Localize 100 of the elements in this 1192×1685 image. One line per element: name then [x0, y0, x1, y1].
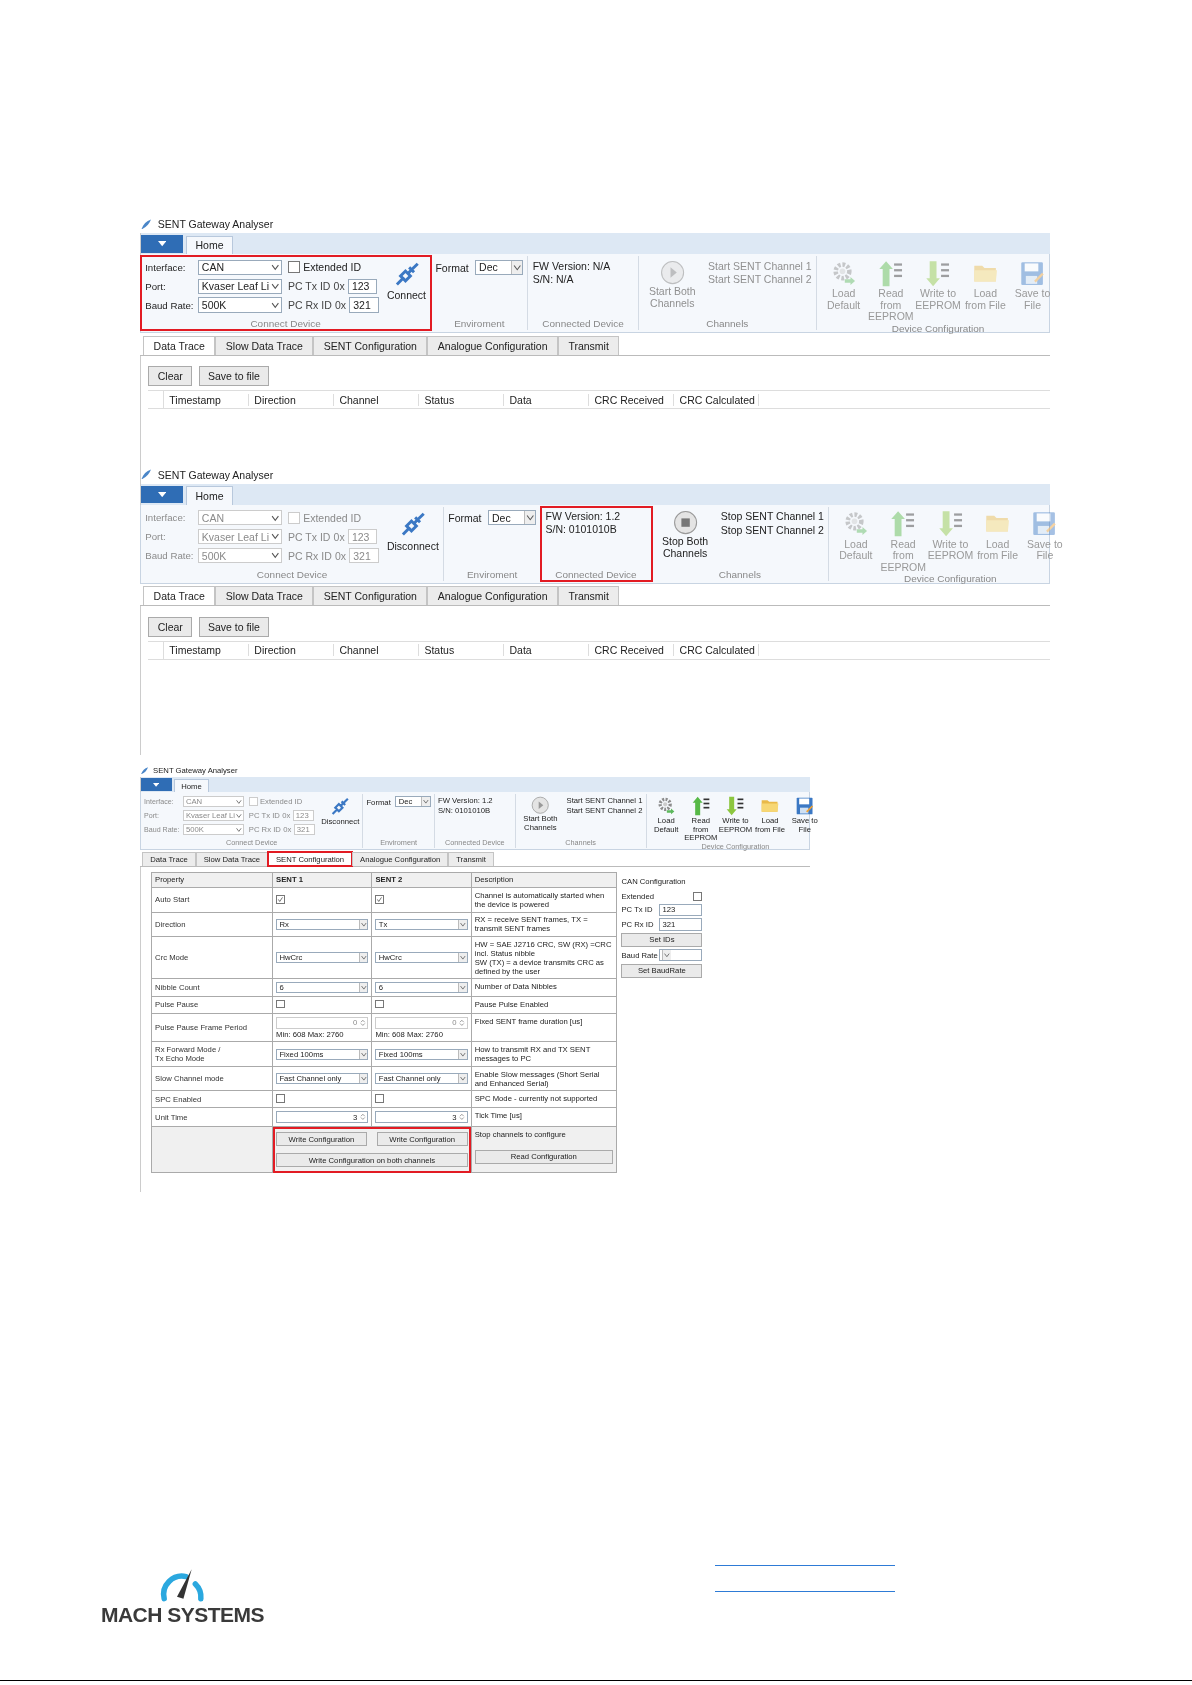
window-title: SENT Gateway Analyser: [157, 468, 274, 481]
column-header[interactable]: CRC Calculated: [674, 644, 760, 657]
checkbox-label: Extended ID: [303, 511, 361, 524]
hex-prefix: 0x: [333, 280, 345, 293]
tab[interactable]: Analogue Configuration: [427, 335, 558, 355]
caret-icon: [510, 260, 523, 274]
column-header[interactable]: Timestamp: [164, 393, 250, 406]
ribbon-tab[interactable]: Home: [186, 235, 233, 255]
group-caption: Enviroment: [465, 568, 519, 581]
checkbox[interactable]: [288, 261, 301, 274]
caret-icon: [457, 1073, 467, 1084]
tab[interactable]: Data Trace: [143, 586, 216, 606]
tab[interactable]: Transmit: [558, 586, 620, 606]
field-label: Format: [435, 261, 469, 274]
field-label: PC Tx ID: [288, 530, 331, 543]
column-header[interactable]: Channel: [334, 644, 420, 657]
tab[interactable]: Slow Data Trace: [215, 586, 314, 606]
caret-icon: [662, 950, 672, 961]
checkbox[interactable]: [693, 892, 703, 902]
tab[interactable]: Slow Data Trace: [215, 335, 314, 355]
floppy-disk-icon: [1018, 259, 1047, 287]
column-header[interactable]: Direction: [249, 393, 335, 406]
field-label: Interface:: [145, 512, 187, 524]
dropdown[interactable]: Dec: [474, 259, 524, 275]
dropdown[interactable]: Dec: [487, 510, 537, 526]
checkbox[interactable]: [375, 999, 385, 1009]
connect-button[interactable]: Connect: [386, 259, 427, 302]
button[interactable]: Save to file: [198, 616, 270, 637]
checkbox[interactable]: [276, 999, 285, 1009]
dropdown[interactable]: CAN: [197, 259, 282, 275]
column-header[interactable]: Channel: [334, 393, 420, 406]
caret-icon: [358, 953, 368, 963]
button[interactable]: Save to file: [198, 366, 270, 387]
play-icon: [659, 259, 685, 285]
app-icon: [140, 765, 150, 775]
tab[interactable]: Analogue Configuration: [427, 586, 558, 606]
up-down-icon: [358, 1019, 367, 1027]
column-header[interactable]: Direction: [249, 644, 335, 657]
dropdown[interactable]: [659, 949, 703, 962]
ribbon-tab[interactable]: Home: [186, 486, 233, 505]
caret-icon: [358, 1049, 368, 1059]
window-title: SENT Gateway Analyser: [157, 217, 274, 230]
field-label: Baud Rate:: [145, 550, 194, 562]
input-field[interactable]: 123: [347, 278, 378, 294]
tab[interactable]: SENT Configuration: [313, 586, 428, 606]
app-menu-button[interactable]: [141, 778, 172, 792]
dropdown[interactable]: 500K: [197, 297, 282, 313]
column-header[interactable]: CRC Calculated: [674, 393, 760, 406]
checkbox[interactable]: [276, 1093, 285, 1103]
group-caption: Connected Device: [541, 318, 625, 330]
column-header[interactable]: Status: [419, 393, 505, 406]
caret-icon: [457, 953, 467, 963]
hex-prefix: 0x: [334, 299, 346, 311]
tab[interactable]: SENT Configuration: [313, 335, 428, 355]
app-menu-button[interactable]: [141, 485, 183, 504]
app-icon: [140, 468, 153, 481]
stop-icon: [672, 510, 698, 536]
channel-menu-item[interactable]: Stop SENT Channel 1: [720, 510, 824, 523]
group-caption: Connect Device: [249, 318, 322, 330]
tab[interactable]: Data Trace: [143, 335, 216, 355]
tab[interactable]: Transmit: [558, 335, 620, 355]
start-stop-button[interactable]: Stop Both Channels: [655, 510, 715, 560]
field-label: PC Rx ID: [288, 299, 332, 311]
group-caption: Connected Device: [554, 568, 638, 581]
caret-icon: [270, 531, 281, 542]
device-info: S/N: 0101010B: [545, 523, 617, 536]
caret-icon: [157, 491, 167, 498]
download-arrow-icon: [924, 259, 952, 287]
play-icon: [531, 796, 550, 815]
caret-icon: [358, 1073, 368, 1084]
checkbox[interactable]: [276, 894, 285, 904]
input-field[interactable]: 321: [349, 297, 379, 313]
hex-prefix: 0x: [334, 549, 346, 562]
caret-icon: [157, 241, 167, 247]
upload-arrow-icon: [690, 796, 711, 817]
button[interactable]: Clear: [148, 366, 193, 387]
dropdown[interactable]: Kvaser Leaf Li: [197, 278, 282, 294]
column-header[interactable]: Data: [504, 393, 590, 406]
column-header[interactable]: Status: [419, 644, 505, 657]
plug-icon: [329, 796, 351, 818]
caret-icon: [523, 511, 536, 525]
app-menu-button[interactable]: [141, 234, 183, 253]
hex-prefix: 0x: [333, 530, 345, 543]
up-down-icon: [458, 1113, 466, 1122]
column-header[interactable]: CRC Received: [589, 644, 675, 657]
device-info: S/N: N/A: [532, 272, 574, 285]
button[interactable]: Clear: [148, 616, 193, 637]
company-logo: MACH SYSTEMS: [100, 1603, 265, 1627]
caret-icon: [153, 782, 160, 787]
column-header[interactable]: Data: [504, 644, 590, 657]
checkbox[interactable]: [375, 1093, 385, 1103]
group-caption: Channels: [717, 568, 762, 581]
channel-menu-item[interactable]: Stop SENT Channel 2: [720, 523, 824, 536]
caret-icon: [358, 919, 368, 929]
caret-icon: [457, 1049, 467, 1059]
column-header[interactable]: Timestamp: [164, 644, 250, 657]
checkbox[interactable]: [375, 894, 385, 904]
group-caption: Channels: [705, 318, 750, 330]
column-header[interactable]: CRC Received: [589, 393, 675, 406]
field-label: Port:: [145, 531, 167, 543]
